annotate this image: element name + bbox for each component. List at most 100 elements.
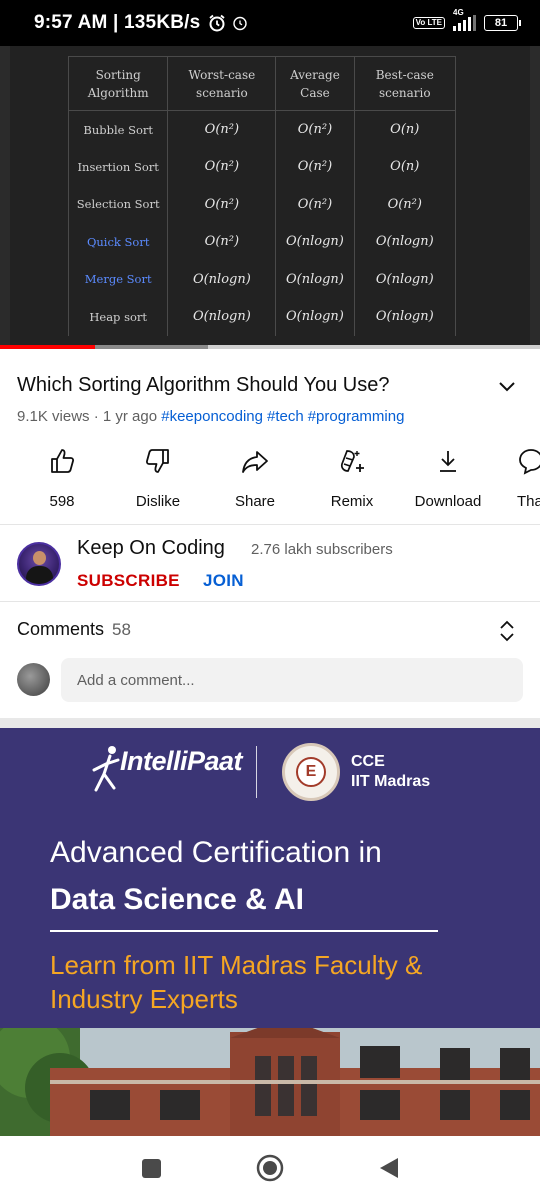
channel-name[interactable]: Keep On Coding [77,537,225,560]
sorting-complexity-table: Sorting Algorithm Worst-case scenario Av… [67,56,457,336]
ad-headline: Advanced Certification in [50,836,382,869]
comments-header[interactable]: Comments 58 [17,619,131,640]
dislike-button[interactable]: Dislike [130,446,186,510]
ad-headline-bold: Data Science & AI [50,883,304,916]
expand-collapse-icon[interactable] [497,619,517,643]
table-cell: O(n²) [275,148,355,186]
table-cell: O(nlogn) [275,223,355,261]
divider [0,601,540,602]
hashtag-link[interactable]: #programming [308,408,405,425]
system-nav-bar [0,1136,540,1200]
table-cell: Heap sort [67,298,169,336]
table-cell: O(nlogn) [353,223,457,261]
table-cell: Quick Sort [67,223,169,261]
partner-line2: IIT Madras [351,773,431,790]
network-type: 4G [453,8,464,17]
download-button[interactable]: Download [411,446,485,510]
ad-tagline: Learn from IIT Madras Faculty & Industry… [50,950,423,1014]
home-icon[interactable] [256,1154,284,1182]
divider [0,524,540,525]
comments-label: Comments [17,619,105,639]
table-cell: O(n) [353,110,457,148]
subscribe-button[interactable]: SUBSCRIBE [77,571,180,591]
video-meta: 9.1K views · 1 yr ago #keeponcoding #tech… [17,408,408,425]
ad-partner: CCE IIT Madras [351,752,430,792]
clock-icon [233,16,248,31]
table-header: Best-case scenario [353,56,457,111]
intellipaat-figure-icon [92,746,120,792]
channel-avatar[interactable] [17,542,61,586]
action-bar: 598 Dislike Share Remix Download Tha [0,446,540,510]
battery-level: 81 [494,17,508,29]
back-icon[interactable] [378,1157,399,1179]
ad-divider [50,930,438,932]
user-avatar [17,663,50,696]
table-cell: O(n²) [275,185,355,223]
table-cell: O(nlogn) [275,298,355,336]
progress-played [0,345,95,349]
hashtag-link[interactable]: #keeponcoding [161,408,263,425]
seal-letter: E [296,757,326,787]
remix-icon [338,446,366,476]
table-row: Quick Sort O(n²) O(nlogn) O(nlogn) [67,223,457,261]
table-header: Sorting Algorithm [67,56,169,111]
table-cell: O(n²) [167,223,277,261]
thanks-button[interactable]: Tha [517,446,540,510]
table-cell: Selection Sort [67,185,169,223]
table-cell: O(n²) [353,185,457,223]
progress-buffered [94,345,208,349]
share-button[interactable]: Share [232,446,278,510]
thumbs-down-icon [144,446,172,476]
ad-banner[interactable]: IntelliPaat E CCE IIT Madras Advanced Ce… [0,728,540,1136]
ad-separator [256,746,257,798]
ad-logo: IntelliPaat [120,746,243,776]
table-cell: O(n) [353,148,457,186]
table-cell: O(nlogn) [275,260,355,298]
table-cell: Bubble Sort [67,110,169,148]
thanks-icon [517,446,540,476]
like-count: 598 [49,493,75,510]
table-row: Heap sort O(nlogn) O(nlogn) O(nlogn) [67,298,457,336]
thanks-label: Tha [517,493,540,510]
views-and-age: 9.1K views · 1 yr ago [17,408,158,425]
table-cell: Insertion Sort [67,148,169,186]
table-cell: O(nlogn) [353,260,457,298]
like-button[interactable]: 598 [44,446,80,510]
thumbs-up-icon [48,446,76,476]
table-cell: O(n²) [275,110,355,148]
partner-line1: CCE [351,753,385,770]
campus-building-image [0,1028,540,1136]
subscriber-count: 2.76 lakh subscribers [251,541,393,558]
table-header: Worst-case scenario [167,56,277,111]
hashtag-link[interactable]: #tech [267,408,304,425]
table-cell: O(n²) [167,110,277,148]
table-row: Insertion Sort O(n²) O(n²) O(n) [67,148,457,186]
table-row: Merge Sort O(nlogn) O(nlogn) O(nlogn) [67,260,457,298]
table-cell: O(nlogn) [167,298,277,336]
battery-icon: 81 [484,15,521,31]
add-comment-input[interactable] [61,658,523,702]
recent-apps-icon[interactable] [141,1158,162,1179]
table-cell: O(nlogn) [167,260,277,298]
share-icon [241,446,269,476]
section-separator [0,718,540,728]
download-label: Download [414,493,482,510]
chevron-down-icon[interactable] [496,376,518,398]
status-time: 9:57 AM | 135KB/s [34,12,201,33]
status-bar: 9:57 AM | 135KB/s Vo LTE 4G 81 [0,0,540,46]
video-title[interactable]: Which Sorting Algorithm Should You Use? [17,372,477,398]
iit-madras-seal-icon: E [282,743,340,801]
share-label: Share [234,493,276,510]
alarm-icon [209,14,225,32]
table-row: Bubble Sort O(n²) O(n²) O(n) [67,110,457,148]
dislike-label: Dislike [135,493,181,510]
table-cell: O(n²) [167,185,277,223]
video-progress-bar[interactable] [0,345,540,349]
remix-label: Remix [330,493,374,510]
video-player[interactable]: Sorting Algorithm Worst-case scenario Av… [0,46,540,348]
table-cell: Merge Sort [67,260,169,298]
comments-count: 58 [112,620,131,639]
remix-button[interactable]: Remix [328,446,376,510]
table-row: Selection Sort O(n²) O(n²) O(n²) [67,185,457,223]
join-button[interactable]: JOIN [203,571,244,591]
